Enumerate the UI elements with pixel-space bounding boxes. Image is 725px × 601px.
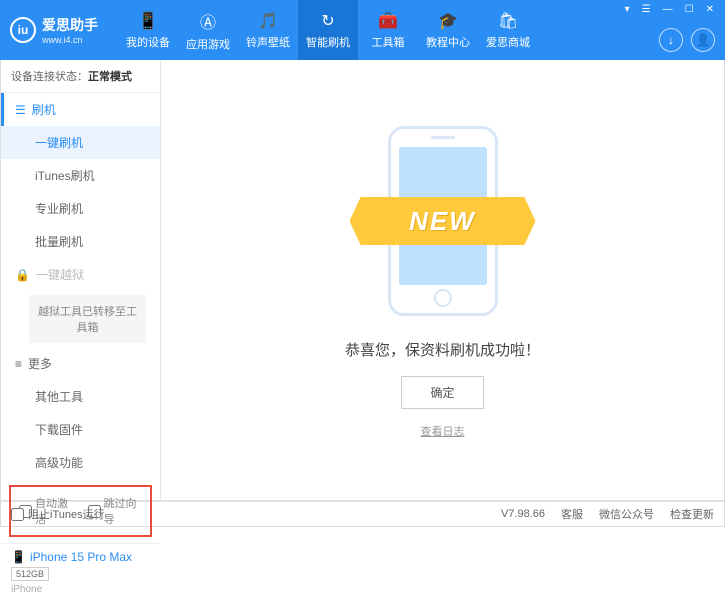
app-url: www.i4.cn: [42, 35, 98, 45]
device-storage: 512GB: [11, 567, 49, 581]
dropdown-icon[interactable]: ▾: [622, 4, 633, 15]
ringtone-icon: 🎵: [258, 11, 278, 31]
sidebar-advanced[interactable]: 高级功能: [1, 446, 160, 479]
device-icon: 📱: [138, 11, 158, 31]
more-icon: ≡: [15, 357, 22, 371]
section-more[interactable]: ≡ 更多: [1, 347, 160, 380]
main-content: NEW 恭喜您，保资料刷机成功啦！ 确定 查看日志: [161, 60, 724, 500]
new-banner: NEW: [350, 197, 536, 245]
nav-flash[interactable]: ↻智能刷机: [298, 0, 358, 60]
support-link[interactable]: 客服: [561, 506, 583, 522]
nav-apps[interactable]: Ⓐ应用游戏: [178, 0, 238, 60]
download-button[interactable]: ↓: [659, 28, 683, 52]
check-update-link[interactable]: 检查更新: [670, 506, 714, 522]
wechat-link[interactable]: 微信公众号: [599, 506, 654, 522]
lock-icon: 🔒: [15, 268, 30, 282]
phone-illustration: NEW: [378, 121, 508, 321]
list-icon: ☰: [15, 103, 26, 117]
flash-icon: ↻: [321, 11, 334, 31]
connection-status: 设备连接状态：正常模式: [1, 60, 160, 93]
sidebar-other-tools[interactable]: 其他工具: [1, 380, 160, 413]
toolbox-icon: 🧰: [378, 11, 398, 31]
nav-my-device[interactable]: 📱我的设备: [118, 0, 178, 60]
menu-icon[interactable]: ☰: [639, 4, 654, 15]
nav-toolbox[interactable]: 🧰工具箱: [358, 0, 418, 60]
store-icon: 🛍: [498, 11, 518, 31]
device-name[interactable]: 📱 iPhone 15 Pro Max: [11, 550, 150, 564]
sidebar: 设备连接状态：正常模式 ☰ 刷机 一键刷机 iTunes刷机 专业刷机 批量刷机…: [1, 60, 161, 500]
ok-button[interactable]: 确定: [401, 376, 483, 409]
section-flash[interactable]: ☰ 刷机: [1, 93, 160, 126]
sidebar-batch-flash[interactable]: 批量刷机: [1, 225, 160, 258]
nav-ringtones[interactable]: 🎵铃声壁纸: [238, 0, 298, 60]
sidebar-download-firmware[interactable]: 下载固件: [1, 413, 160, 446]
jailbreak-moved-notice: 越狱工具已转移至工具箱: [29, 295, 146, 343]
nav-tutorials[interactable]: 🎓教程中心: [418, 0, 478, 60]
sidebar-one-key-flash[interactable]: 一键刷机: [1, 126, 160, 159]
tutorial-icon: 🎓: [438, 11, 458, 31]
view-log-link[interactable]: 查看日志: [421, 423, 465, 439]
version-label: V7.98.66: [501, 508, 545, 520]
device-info: 📱 iPhone 15 Pro Max 512GB iPhone: [1, 543, 160, 601]
section-jailbreak: 🔒 一键越狱: [1, 258, 160, 291]
close-button[interactable]: ✕: [703, 4, 717, 15]
top-nav: 📱我的设备 Ⓐ应用游戏 🎵铃声壁纸 ↻智能刷机 🧰工具箱 🎓教程中心 🛍爱思商城: [118, 0, 538, 60]
window-controls: ▾ ☰ — ☐ ✕: [622, 4, 717, 15]
device-type: iPhone: [11, 584, 150, 595]
app-title: 爱思助手: [42, 15, 98, 35]
sidebar-pro-flash[interactable]: 专业刷机: [1, 192, 160, 225]
maximize-button[interactable]: ☐: [682, 4, 697, 15]
phone-icon: 📱: [11, 550, 26, 564]
logo-icon: iu: [10, 17, 36, 43]
success-message: 恭喜您，保资料刷机成功啦！: [345, 339, 540, 360]
minimize-button[interactable]: —: [660, 4, 676, 15]
apps-icon: Ⓐ: [200, 9, 216, 33]
account-button[interactable]: 👤: [691, 28, 715, 52]
block-itunes-checkbox[interactable]: 阻止iTunes运行: [11, 506, 105, 522]
nav-store[interactable]: 🛍爱思商城: [478, 0, 538, 60]
logo: iu 爱思助手 www.i4.cn: [10, 15, 98, 45]
app-header: iu 爱思助手 www.i4.cn 📱我的设备 Ⓐ应用游戏 🎵铃声壁纸 ↻智能刷…: [0, 0, 725, 60]
sidebar-itunes-flash[interactable]: iTunes刷机: [1, 159, 160, 192]
